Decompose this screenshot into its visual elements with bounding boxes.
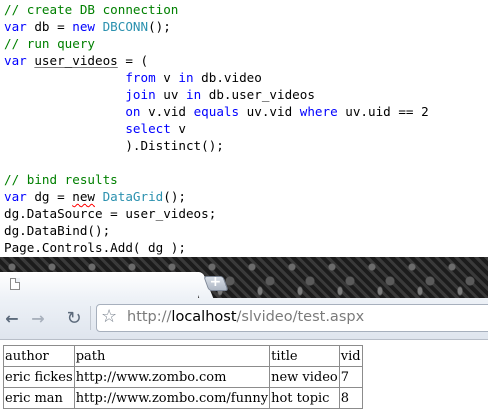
code-token: Page.Controls.Add( dg );	[4, 240, 186, 255]
table-cell: 7	[338, 366, 363, 388]
code-token: ();	[163, 189, 187, 204]
code-line: var dg = new DataGrid();	[4, 188, 186, 205]
code-token: join	[125, 87, 156, 102]
code-token: = (	[117, 53, 149, 68]
code-token: on	[125, 104, 141, 119]
code-token: dg =	[26, 189, 73, 204]
code-line: // create DB connection	[4, 1, 178, 18]
code-line: dg.DataBind();	[4, 222, 110, 239]
code-line: ).Distinct();	[4, 137, 224, 154]
code-token: DBCONN	[102, 19, 149, 34]
code-token: new	[72, 189, 95, 204]
code-line: Page.Controls.Add( dg );	[4, 239, 186, 256]
table-cell: hot topic	[269, 387, 340, 409]
code-line: dg.DataSource = user_videos;	[4, 205, 216, 222]
reload-button[interactable]: ↻	[64, 307, 84, 329]
tab-strip: +	[0, 257, 488, 298]
code-token: uv.vid	[239, 104, 300, 119]
table-cell: http://www.zombo.com/funny	[73, 387, 271, 409]
code-line: from v in db.video	[4, 69, 262, 86]
url-scheme: http://	[127, 309, 172, 325]
address-bar[interactable]: ☆ http://localhost/slvideo/test.aspx	[96, 304, 488, 332]
code-token: dg.DataSource = user_videos;	[4, 206, 217, 221]
code-token: db.user_videos	[201, 87, 315, 102]
header-cell: title	[269, 345, 340, 367]
code-token: // bind results	[4, 172, 118, 187]
code-editor: // create DB connection var db = new DBC…	[0, 0, 488, 257]
code-line: join uv in db.user_videos	[4, 86, 315, 103]
header-cell: path	[73, 345, 271, 367]
code-token: ).Distinct();	[4, 138, 224, 153]
bookmark-star-icon[interactable]: ☆	[101, 306, 117, 327]
code-token: equals	[193, 104, 240, 119]
url-path: /slvideo/test.aspx	[236, 309, 365, 325]
header-cell: author	[3, 345, 75, 367]
code-token: var	[4, 53, 27, 68]
code-line: // run query	[4, 35, 95, 52]
code-token: db =	[26, 19, 73, 34]
table-row: eric man http://www.zombo.com/funny hot …	[3, 387, 363, 409]
plus-icon: +	[209, 274, 222, 290]
table-cell: 8	[338, 387, 363, 409]
code-token: db.video	[193, 70, 262, 85]
code-token: in	[178, 70, 194, 85]
code-token: v	[170, 121, 186, 136]
code-token: select	[125, 121, 171, 136]
header-cell: vid	[338, 345, 363, 367]
page-icon	[10, 278, 20, 290]
code-token: new	[72, 19, 95, 34]
toolbar-divider	[90, 306, 91, 330]
back-button[interactable]: ←	[2, 308, 22, 328]
code-token: in	[186, 87, 202, 102]
code-token: v	[155, 70, 179, 85]
code-line: var db = new DBCONN();	[4, 18, 171, 35]
table-row: eric fickes http://www.zombo.com new vid…	[3, 366, 363, 388]
browser-toolbar: ← → ↻ ☆ http://localhost/slvideo/test.as…	[0, 298, 488, 340]
code-line: select v	[4, 120, 186, 137]
page-content: author path title vid eric fickes http:/…	[0, 340, 488, 419]
code-token: // create DB connection	[4, 2, 179, 17]
code-token: DataGrid	[102, 189, 164, 204]
code-token: var	[4, 189, 27, 204]
browser-tab[interactable]	[0, 272, 198, 298]
code-token: uv.uid == 2	[337, 104, 429, 119]
reload-icon: ↻	[66, 307, 82, 329]
forward-button[interactable]: →	[28, 308, 48, 328]
forward-arrow-icon: →	[31, 308, 45, 328]
table-header-row: author path title vid	[3, 345, 363, 367]
code-token: var	[4, 19, 27, 34]
table-cell: new video	[269, 366, 340, 388]
code-token: user_videos	[34, 53, 118, 68]
table-cell: eric man	[3, 387, 75, 409]
code-token: // run query	[4, 36, 95, 51]
data-grid: author path title vid eric fickes http:/…	[3, 345, 363, 409]
table-cell: eric fickes	[3, 366, 75, 388]
code-token: from	[125, 70, 156, 85]
url-host: localhost	[171, 309, 237, 325]
browser-window: + ← → ↻ ☆ http://localhost/slvideo/test.…	[0, 257, 488, 340]
table-cell: http://www.zombo.com	[73, 366, 271, 388]
code-line: var user_videos = (	[4, 52, 148, 69]
code-line: on v.vid equals uv.vid where uv.uid == 2	[4, 103, 429, 120]
new-tab-button[interactable]: +	[203, 274, 229, 291]
code-line: // bind results	[4, 171, 118, 188]
code-token: where	[299, 104, 338, 119]
back-arrow-icon: ←	[5, 308, 19, 328]
url-text[interactable]: http://localhost/slvideo/test.aspx	[127, 309, 364, 325]
code-token: uv	[155, 87, 187, 102]
code-token: v.vid	[140, 104, 194, 119]
code-token: ();	[148, 19, 171, 34]
code-token: dg.DataBind();	[4, 223, 111, 238]
